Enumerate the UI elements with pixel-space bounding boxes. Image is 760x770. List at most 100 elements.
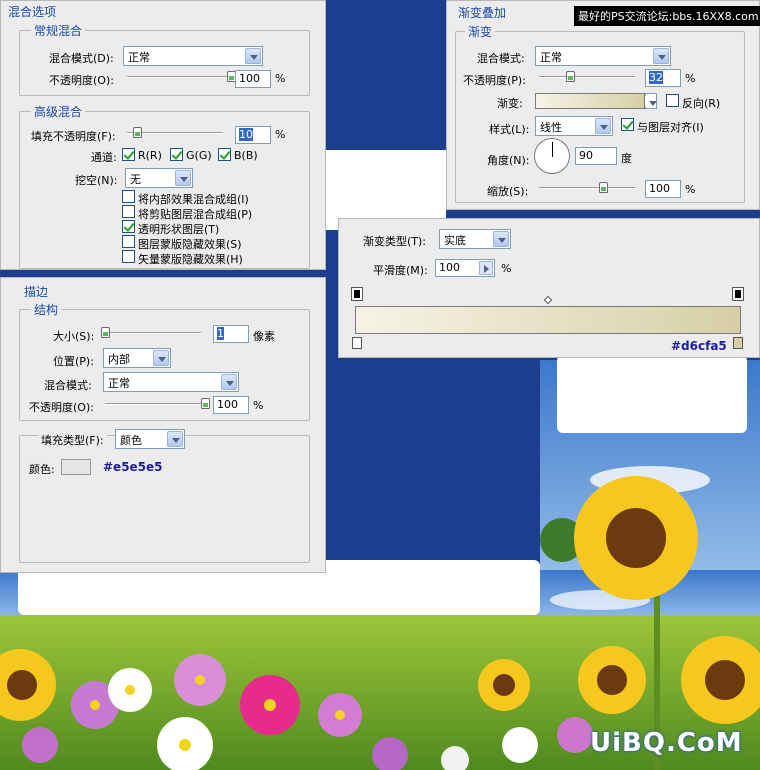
layer-mask-hides-label: 图层蒙版隐藏效果(S)	[138, 238, 242, 251]
stroke-blend-mode-select[interactable]: 正常	[103, 372, 239, 392]
smoothness-label: 平滑度(M):	[373, 264, 428, 277]
smoothness-value: 100	[439, 261, 460, 274]
size-slider[interactable]	[101, 327, 201, 339]
color-stop-left-icon[interactable]	[352, 337, 362, 349]
blend-mode-select[interactable]: 正常	[123, 46, 263, 66]
forum-watermark: 最好的PS交流论坛:bbs.16XX8.com	[574, 6, 760, 26]
slider-thumb[interactable]	[101, 327, 110, 338]
blend-interior-effects-checkbox[interactable]	[122, 190, 135, 203]
chevron-down-icon	[595, 118, 611, 134]
blend-clipped-layers-label: 将剪贴图层混合成组(P)	[138, 208, 253, 221]
stroke-opacity-input[interactable]: 100	[213, 396, 249, 414]
style-label: 样式(L):	[489, 123, 530, 136]
fill-opacity-slider[interactable]	[127, 127, 223, 139]
chevron-down-icon	[175, 170, 191, 186]
angle-unit: 度	[621, 152, 632, 165]
chevron-down-icon	[153, 350, 169, 366]
stroke-opacity-unit: %	[253, 399, 264, 412]
chevron-down-icon	[221, 374, 237, 390]
opacity-slider[interactable]	[127, 71, 236, 83]
reverse-label: 反向(R)	[682, 97, 721, 110]
gradient-overlay-panel: 渐变叠加 渐变 混合模式: 正常 不透明度(P): 32 % 渐变: 反向(R)…	[446, 0, 760, 210]
style-select[interactable]: 线性	[535, 116, 613, 136]
go-opacity-input[interactable]: 32	[645, 69, 681, 87]
slider-thumb[interactable]	[565, 71, 575, 82]
go-opacity-slider[interactable]	[539, 71, 635, 83]
uibq-logo: UiBQ.CoM	[590, 728, 743, 758]
knockout-label: 挖空(N):	[75, 174, 118, 187]
smoothness-input[interactable]: 100	[435, 259, 495, 277]
knockout-select[interactable]: 无	[125, 168, 193, 188]
blend-clipped-layers-checkbox[interactable]	[122, 205, 135, 218]
gradient-bar[interactable]	[355, 306, 741, 334]
chevron-down-icon	[653, 48, 669, 64]
opacity-input[interactable]: 100	[235, 70, 271, 88]
scale-unit: %	[685, 183, 696, 196]
go-blend-mode-select[interactable]: 正常	[535, 46, 671, 66]
fill-type-value: 颜色	[120, 434, 142, 447]
size-input[interactable]: 1	[213, 325, 249, 343]
gradient-group-title: 渐变	[465, 23, 496, 40]
go-opacity-label: 不透明度(P):	[463, 74, 526, 87]
midpoint-diamond-icon[interactable]	[543, 295, 553, 305]
color-stop-right-icon[interactable]	[733, 337, 743, 349]
stroke-panel: 描边 结构 大小(S): 1 像素 位置(P): 内部 混合模式: 正常 不透明…	[0, 277, 326, 573]
angle-input[interactable]: 90	[575, 147, 617, 165]
transparency-shapes-checkbox[interactable]	[122, 220, 135, 233]
size-unit: 像素	[253, 330, 275, 343]
stroke-opacity-slider[interactable]	[105, 398, 210, 410]
fill-opacity-input[interactable]: 10	[235, 126, 271, 144]
position-select[interactable]: 内部	[103, 348, 171, 368]
fill-opacity-label: 填充不透明度(F):	[31, 130, 116, 143]
color-label: 颜色:	[29, 463, 55, 476]
style-value: 线性	[540, 121, 562, 134]
channel-g-checkbox[interactable]	[170, 148, 183, 161]
go-blend-mode-label: 混合模式:	[477, 52, 525, 65]
go-opacity-value: 32	[649, 71, 663, 84]
channel-r-checkbox[interactable]	[122, 148, 135, 161]
channel-b-checkbox[interactable]	[218, 148, 231, 161]
opacity-stop-left-icon[interactable]	[351, 287, 363, 301]
stroke-opacity-label: 不透明度(O):	[29, 401, 94, 414]
stroke-opacity-value: 100	[217, 398, 238, 411]
gradient-type-value: 实底	[444, 234, 466, 247]
scale-slider[interactable]	[539, 182, 635, 194]
position-label: 位置(P):	[53, 355, 94, 368]
slider-thumb[interactable]	[132, 127, 142, 138]
blending-options-title: 混合选项	[5, 3, 60, 20]
scale-input[interactable]: 100	[645, 180, 681, 198]
slider-thumb[interactable]	[599, 182, 609, 193]
fill-type-select[interactable]: 颜色	[115, 429, 185, 449]
chevron-down-icon	[167, 431, 183, 447]
blend-mode-label: 混合模式(D):	[49, 52, 114, 65]
general-blending-title: 常规混合	[31, 22, 86, 39]
angle-dial[interactable]	[534, 138, 570, 174]
vector-mask-hides-checkbox[interactable]	[122, 250, 135, 263]
smoothness-stepper-icon[interactable]	[479, 261, 493, 275]
slider-track	[539, 76, 635, 78]
scale-label: 缩放(S):	[487, 185, 529, 198]
opacity-stop-right-icon[interactable]	[732, 287, 744, 301]
gradient-picker-dropdown[interactable]	[645, 93, 657, 109]
fill-type-label: 填充类型(F):	[38, 432, 107, 448]
chevron-down-icon	[645, 95, 657, 107]
fill-type-group	[19, 435, 310, 563]
gradient-picker[interactable]	[535, 93, 645, 109]
align-with-layer-checkbox[interactable]	[621, 118, 634, 131]
layer-mask-hides-checkbox[interactable]	[122, 235, 135, 248]
gradient-overlay-title: 渐变叠加	[455, 4, 510, 21]
channel-g-label: G(G)	[186, 149, 212, 162]
reverse-checkbox[interactable]	[666, 94, 679, 107]
structure-title: 结构	[31, 301, 62, 318]
blend-mode-value: 正常	[128, 51, 150, 64]
channels-label: 通道:	[91, 151, 117, 164]
stroke-blend-mode-label: 混合模式:	[44, 379, 92, 392]
slider-thumb[interactable]	[201, 398, 210, 409]
channel-r-label: R(R)	[138, 149, 162, 162]
stroke-color-swatch[interactable]	[61, 459, 91, 475]
stroke-blend-mode-value: 正常	[108, 377, 130, 390]
angle-dial-hand	[552, 142, 553, 157]
transparency-shapes-label: 透明形状图层(T)	[138, 223, 220, 236]
gradient-type-select[interactable]: 实底	[439, 229, 511, 249]
angle-value: 90	[579, 149, 593, 162]
